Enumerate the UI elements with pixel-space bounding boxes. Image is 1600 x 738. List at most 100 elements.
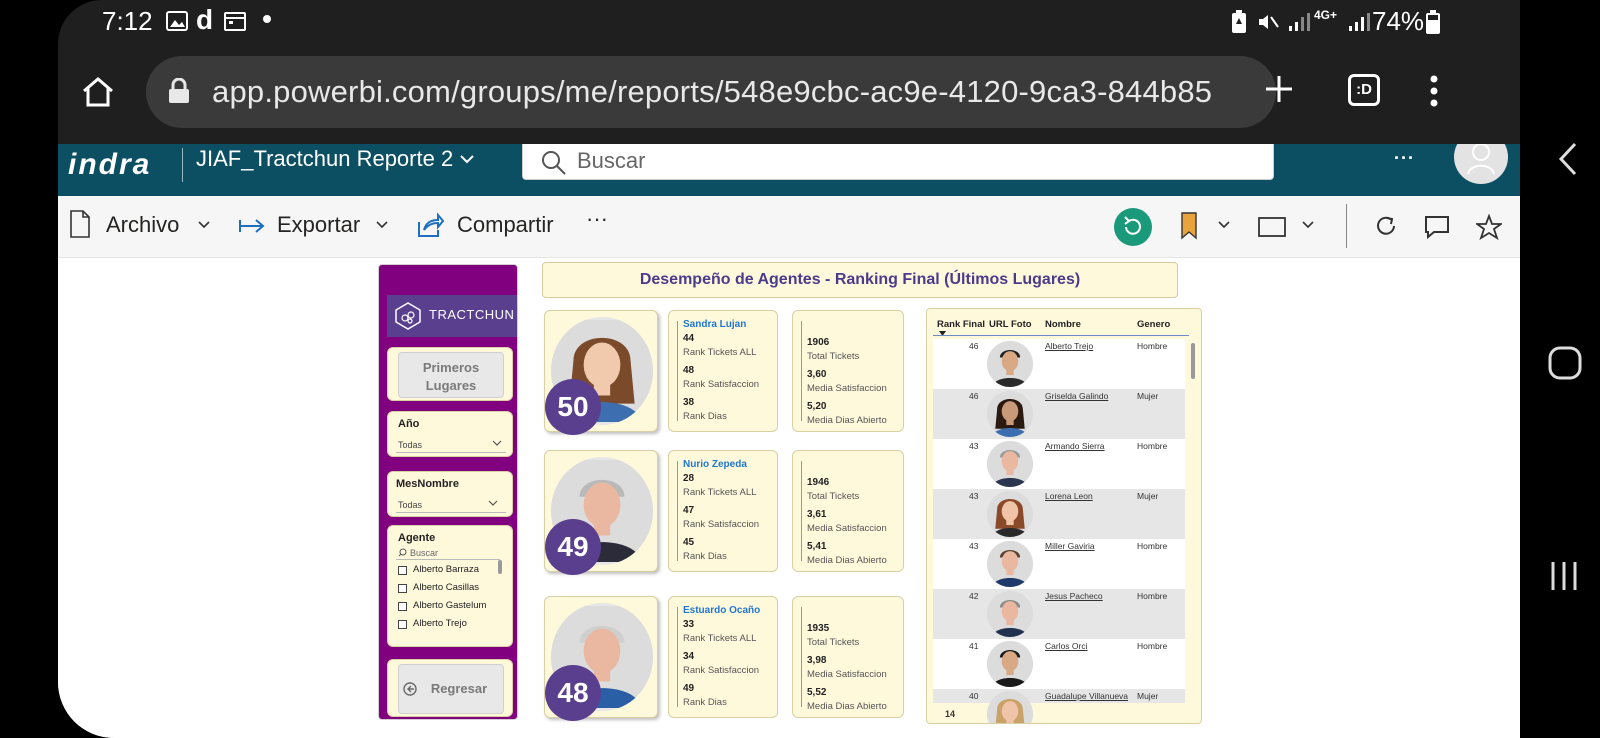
agente-option-label[interactable]: Alberto Casillas	[413, 582, 479, 593]
regresar-label[interactable]: Regresar	[431, 681, 487, 696]
chevron-down-icon[interactable]	[460, 154, 474, 164]
exportar-chevron-icon[interactable]	[376, 221, 388, 229]
anio-slicer-value[interactable]: Todas	[398, 440, 422, 450]
col-header-rank[interactable]: Rank Final	[937, 319, 985, 330]
agent-photo-card[interactable]: 48	[544, 596, 658, 721]
table-row[interactable]: 46 Griselda Galindo Mujer	[933, 389, 1185, 439]
table-row[interactable]: 42 Jesus Pacheco Hombre	[933, 589, 1185, 639]
search-input[interactable]: Buscar	[522, 144, 1274, 180]
agente-option-label[interactable]: Alberto Barraza	[413, 564, 479, 575]
view-icon[interactable]	[1258, 216, 1286, 238]
checkbox-icon[interactable]	[398, 566, 407, 575]
url-text[interactable]: app.powerbi.com/groups/me/reports/548e9c…	[212, 74, 1212, 110]
mes-slicer: MesNombre Todas	[387, 471, 513, 517]
gender-cell: Hombre	[1137, 441, 1168, 451]
user-avatar[interactable]	[1454, 144, 1508, 184]
lock-icon[interactable]	[168, 78, 190, 104]
archivo-chevron-icon[interactable]	[198, 221, 210, 229]
rank-label: Rank Satisfaccion	[683, 665, 760, 676]
primeros-lugares-button[interactable]: Primeros Lugares	[398, 352, 504, 398]
col-header-genero[interactable]: Genero	[1137, 319, 1170, 330]
mes-dropdown-icon[interactable]	[488, 500, 498, 507]
bookmark-icon[interactable]	[1180, 212, 1198, 240]
new-tab-icon[interactable]	[1262, 72, 1296, 106]
checkbox-icon[interactable]	[398, 584, 407, 593]
card-divider	[801, 321, 802, 421]
table-row[interactable]: 43 Armando Sierra Hombre	[933, 439, 1185, 489]
bookmark-chevron-icon[interactable]	[1218, 221, 1230, 229]
indra-logo[interactable]: indra	[68, 148, 151, 182]
agente-option-label[interactable]: Alberto Gastelum	[413, 600, 486, 611]
regresar-button[interactable]: Regresar	[398, 664, 504, 714]
name-cell[interactable]: Jesus Pacheco	[1045, 591, 1103, 601]
agent-photo-card[interactable]: 49	[544, 450, 658, 575]
address-bar[interactable]: app.powerbi.com/groups/me/reports/548e9c…	[146, 56, 1276, 128]
table-row[interactable]: 43 Lorena Leon Mujer	[933, 489, 1185, 539]
checkbox-icon[interactable]	[398, 620, 407, 629]
mes-slicer-value[interactable]: Todas	[398, 500, 422, 510]
more-menu-icon[interactable]	[1428, 74, 1440, 108]
name-cell[interactable]: Guadalupe Villanueva	[1045, 691, 1128, 701]
agente-option[interactable]: Alberto Trejo	[398, 618, 498, 634]
report-name[interactable]: JIAF_Tractchun Reporte 2	[196, 146, 453, 172]
photo-cell	[987, 441, 1033, 487]
view-chevron-icon[interactable]	[1302, 221, 1314, 229]
rank-value: 33	[683, 619, 695, 630]
agente-option[interactable]: Alberto Casillas	[398, 582, 498, 598]
rank-value: 44	[683, 333, 695, 344]
agent-name: Nurio Zepeda	[683, 459, 747, 470]
table-scrollbar[interactable]	[1191, 343, 1195, 379]
name-cell[interactable]: Armando Sierra	[1045, 441, 1105, 451]
table-row[interactable]: 41 Carlos Orci Hombre	[933, 639, 1185, 689]
comment-icon[interactable]	[1424, 214, 1450, 240]
col-header-nombre[interactable]: Nombre	[1045, 319, 1081, 330]
report-toolbar: Archivo Exportar Compartir ···	[58, 196, 1520, 258]
agente-option[interactable]: Alberto Gastelum	[398, 600, 498, 616]
rank-cell: 46	[969, 341, 979, 351]
agente-scrollbar[interactable]	[498, 560, 502, 574]
reset-button[interactable]	[1114, 208, 1152, 246]
compartir-menu[interactable]: Compartir	[457, 212, 554, 238]
tab-switcher-button[interactable]: :D	[1348, 74, 1380, 106]
refresh-icon[interactable]	[1374, 214, 1398, 238]
rank-value: 49	[683, 683, 695, 694]
name-cell[interactable]: Miller Gaviria	[1045, 541, 1095, 551]
gender-cell: Hombre	[1137, 541, 1168, 551]
metric-value: 5,41	[807, 541, 827, 552]
agent-name: Sandra Lujan	[683, 319, 747, 330]
table-row[interactable]: 46 Alberto Trejo Hombre	[933, 339, 1185, 389]
exportar-menu[interactable]: Exportar	[277, 212, 360, 238]
rank-label: Rank Satisfaccion	[683, 379, 760, 390]
checkbox-icon[interactable]	[398, 602, 407, 611]
home-icon[interactable]	[80, 74, 116, 110]
name-cell[interactable]: Griselda Galindo	[1045, 391, 1108, 401]
header-more-icon[interactable]: ···	[1394, 148, 1415, 169]
archivo-menu[interactable]: Archivo	[106, 212, 179, 238]
agente-option[interactable]: Alberto Barraza	[398, 564, 498, 580]
agente-option-label[interactable]: Alberto Trejo	[413, 618, 467, 629]
signal-icon	[1288, 12, 1310, 32]
agent-photo-card[interactable]: 50	[544, 310, 658, 435]
name-cell[interactable]: Carlos Orci	[1045, 641, 1088, 651]
back-nav-icon[interactable]	[1558, 142, 1578, 176]
gender-cell: Hombre	[1137, 641, 1168, 651]
web-page: indra JIAF_Tractchun Reporte 2 Buscar ··…	[58, 144, 1520, 738]
agente-search-input[interactable]: Buscar	[410, 548, 438, 558]
home-nav-icon[interactable]	[1548, 346, 1582, 380]
rank-label: Rank Dias	[683, 697, 727, 708]
recents-nav-icon[interactable]	[1550, 560, 1578, 592]
header-divider	[182, 148, 183, 182]
name-cell[interactable]: Lorena Leon	[1045, 491, 1093, 501]
rank-label: Rank Tickets ALL	[683, 633, 757, 644]
col-header-foto[interactable]: URL Foto	[989, 319, 1032, 330]
toolbar-more-button[interactable]: ···	[586, 206, 608, 232]
name-cell[interactable]: Alberto Trejo	[1045, 341, 1093, 351]
browser-toolbar: app.powerbi.com/groups/me/reports/548e9c…	[58, 44, 1520, 144]
rank-value: 34	[683, 651, 695, 662]
slicer-search-icon	[398, 548, 407, 557]
rank-value: 47	[683, 505, 695, 516]
favorite-icon[interactable]	[1476, 214, 1502, 240]
table-row[interactable]: 40 Guadalupe Villanueva Mujer	[933, 689, 1185, 723]
anio-dropdown-icon[interactable]	[492, 440, 502, 447]
table-row[interactable]: 43 Miller Gaviria Hombre	[933, 539, 1185, 589]
